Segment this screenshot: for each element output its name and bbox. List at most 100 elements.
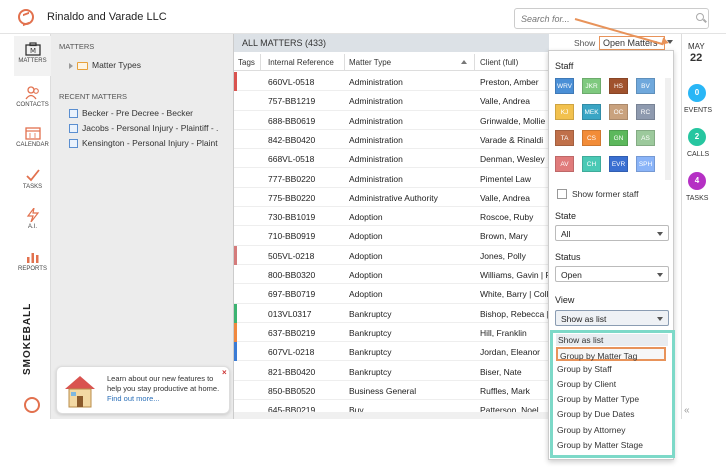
cell-client: Brown, Mary (480, 231, 528, 242)
column-header-matter-type[interactable]: Matter Type (349, 58, 391, 67)
table-row[interactable]: 697-BB0719 Adoption White, Barry | Coll (234, 284, 549, 304)
nav-calendar[interactable]: CALENDAR (14, 120, 51, 160)
table-row[interactable]: 730-BB1019 Adoption Roscoe, Ruby (234, 207, 549, 227)
matter-doc-icon (69, 139, 78, 149)
view-option[interactable]: Group by Client (557, 379, 616, 389)
search-input[interactable] (514, 8, 709, 29)
table-row[interactable]: 757-BB1219 Administration Valle, Andrea (234, 91, 549, 111)
recent-matter-item[interactable]: Jacobs - Personal Injury - Plaintiff - . (69, 123, 231, 134)
cell-matter-type: Adoption (349, 250, 383, 261)
show-former-staff-checkbox[interactable] (557, 189, 567, 199)
staff-chip[interactable]: AV (555, 156, 574, 172)
staff-chip[interactable]: HS (609, 78, 628, 94)
staff-chip[interactable]: MEK (582, 104, 601, 120)
list-header: ALL MATTERS (433) (234, 34, 549, 52)
cell-internal-reference: 668VL-0518 (268, 154, 315, 165)
table-row[interactable]: 505VL-0218 Adoption Jones, Polly (234, 245, 549, 265)
cell-matter-type: Adoption (349, 231, 383, 242)
nav-label: CALENDAR (16, 142, 49, 148)
tasks-count-badge[interactable]: 4 (688, 172, 706, 190)
matter-tag-marker (234, 111, 237, 130)
table-row[interactable]: 013VL0317 Bankruptcy Bishop, Rebecca | (234, 303, 549, 323)
column-divider[interactable] (260, 54, 261, 71)
table-row[interactable]: 775-BB0220 Administrative Authority Valle,… (234, 188, 549, 208)
collapse-chevron-icon[interactable]: « (684, 405, 690, 416)
table-row[interactable]: 607VL-0218 Bankruptcy Jordan, Eleanor (234, 342, 549, 362)
staff-chip[interactable]: KJ (555, 104, 574, 120)
close-icon[interactable]: × (222, 368, 227, 377)
table-row[interactable]: 688-BB0619 Administration Grinwalde, Molli… (234, 111, 549, 130)
search-icon[interactable] (696, 13, 704, 21)
events-count-badge[interactable]: 0 (688, 84, 706, 102)
view-option-highlighted[interactable]: Group by Matter Tag (556, 347, 666, 361)
column-divider[interactable] (344, 54, 345, 71)
recent-matter-item[interactable]: Becker - Pre Decree - Becker (69, 108, 231, 119)
cell-matter-type: Administration (349, 134, 403, 145)
table-row[interactable]: 850-BB0520 Business General Ruffles, Mark (234, 381, 549, 401)
nav-reports[interactable]: REPORTS (14, 244, 51, 284)
table-row[interactable]: 710-BB0919 Adoption Brown, Mary (234, 226, 549, 246)
nav-contacts[interactable]: CONTACTS (14, 80, 51, 120)
tree-item-matter-types[interactable]: Matter Types (69, 60, 141, 70)
column-divider[interactable] (474, 54, 475, 71)
matter-tag-marker (234, 362, 237, 381)
staff-chip[interactable]: JKR (582, 78, 601, 94)
table-row[interactable]: 821-BB0420 Bankruptcy Biser, Nate (234, 362, 549, 381)
cell-internal-reference: 842-BB0420 (268, 134, 316, 145)
table-row[interactable]: 668VL-0518 Administration Denman, Wesley (234, 149, 549, 169)
sort-ascending-icon[interactable] (461, 60, 467, 64)
table-row[interactable]: 777-BB0220 Administration Pimentel Law (234, 169, 549, 188)
staff-chip[interactable]: CH (582, 156, 601, 172)
table-row[interactable]: 660VL-0518 Administration Preston, Amber (234, 72, 549, 92)
recent-matter-item[interactable]: Kensington - Personal Injury - Plaint (69, 138, 231, 149)
expand-triangle-icon[interactable] (69, 62, 73, 69)
staff-chip[interactable]: WRV (555, 78, 574, 94)
column-header-internal-reference[interactable]: Internal Reference (268, 58, 334, 67)
view-option[interactable]: Group by Matter Stage (557, 440, 643, 450)
nav-matters[interactable]: M MATTERS (14, 36, 51, 76)
horizontal-scrollbar[interactable] (234, 412, 549, 419)
view-option[interactable]: Show as list (556, 334, 668, 346)
calendar-icon (24, 127, 41, 140)
state-select[interactable]: All (555, 225, 669, 241)
nav-label: REPORTS (18, 266, 47, 272)
staff-chip[interactable]: EVR (609, 156, 628, 172)
calendar-month[interactable]: MAY (688, 42, 705, 51)
nav-tasks[interactable]: TASKS (14, 162, 51, 202)
table-row[interactable]: 800-BB0320 Adoption Williams, Gavin | P (234, 265, 549, 285)
staff-chip[interactable]: GN (609, 130, 628, 146)
cell-client: Jones, Polly (480, 250, 526, 261)
nav-ai[interactable]: A.I. (14, 202, 51, 242)
staff-scrollbar[interactable] (665, 78, 671, 180)
staff-chip[interactable]: RC (636, 104, 655, 120)
view-option[interactable]: Group by Due Dates (557, 409, 634, 419)
view-option[interactable]: Group by Staff (557, 364, 612, 374)
table-row[interactable]: 637-BB0219 Bankruptcy Hill, Franklin (234, 322, 549, 343)
view-option[interactable]: Group by Matter Type (557, 394, 639, 404)
cell-client: Grinwalde, Mollie (480, 115, 546, 126)
view-option[interactable]: Group by Attorney (557, 425, 626, 435)
calls-count-badge[interactable]: 2 (688, 128, 706, 146)
staff-chip[interactable]: SPH (636, 156, 655, 172)
cell-client: Preston, Amber (480, 77, 539, 87)
state-label: State (555, 211, 577, 221)
cell-client: Jordan, Eleanor (480, 347, 541, 358)
house-icon (65, 376, 95, 408)
svg-text:M: M (30, 47, 36, 55)
column-header-tags[interactable]: Tags (238, 58, 255, 67)
view-select[interactable]: Show as list (555, 310, 669, 326)
find-out-more-link[interactable]: Find out more... (107, 394, 160, 403)
staff-chip[interactable]: TA (555, 130, 574, 146)
cell-client: Ruffles, Mark (480, 385, 530, 396)
matter-tag-marker (234, 130, 237, 149)
staff-chip[interactable]: AS (636, 130, 655, 146)
table-row[interactable]: 842-BB0420 Administration Varade & Rinaldi (234, 130, 549, 150)
recent-matter-label: Kensington - Personal Injury - Plaint (82, 138, 218, 148)
staff-chip[interactable]: CS (582, 130, 601, 146)
column-header-client[interactable]: Client (full) (480, 58, 518, 67)
staff-chip[interactable]: BV (636, 78, 655, 94)
nav-label: MATTERS (18, 58, 47, 64)
staff-chip[interactable]: OC (609, 104, 628, 120)
status-select[interactable]: Open (555, 266, 669, 282)
calendar-day[interactable]: 22 (690, 52, 702, 64)
